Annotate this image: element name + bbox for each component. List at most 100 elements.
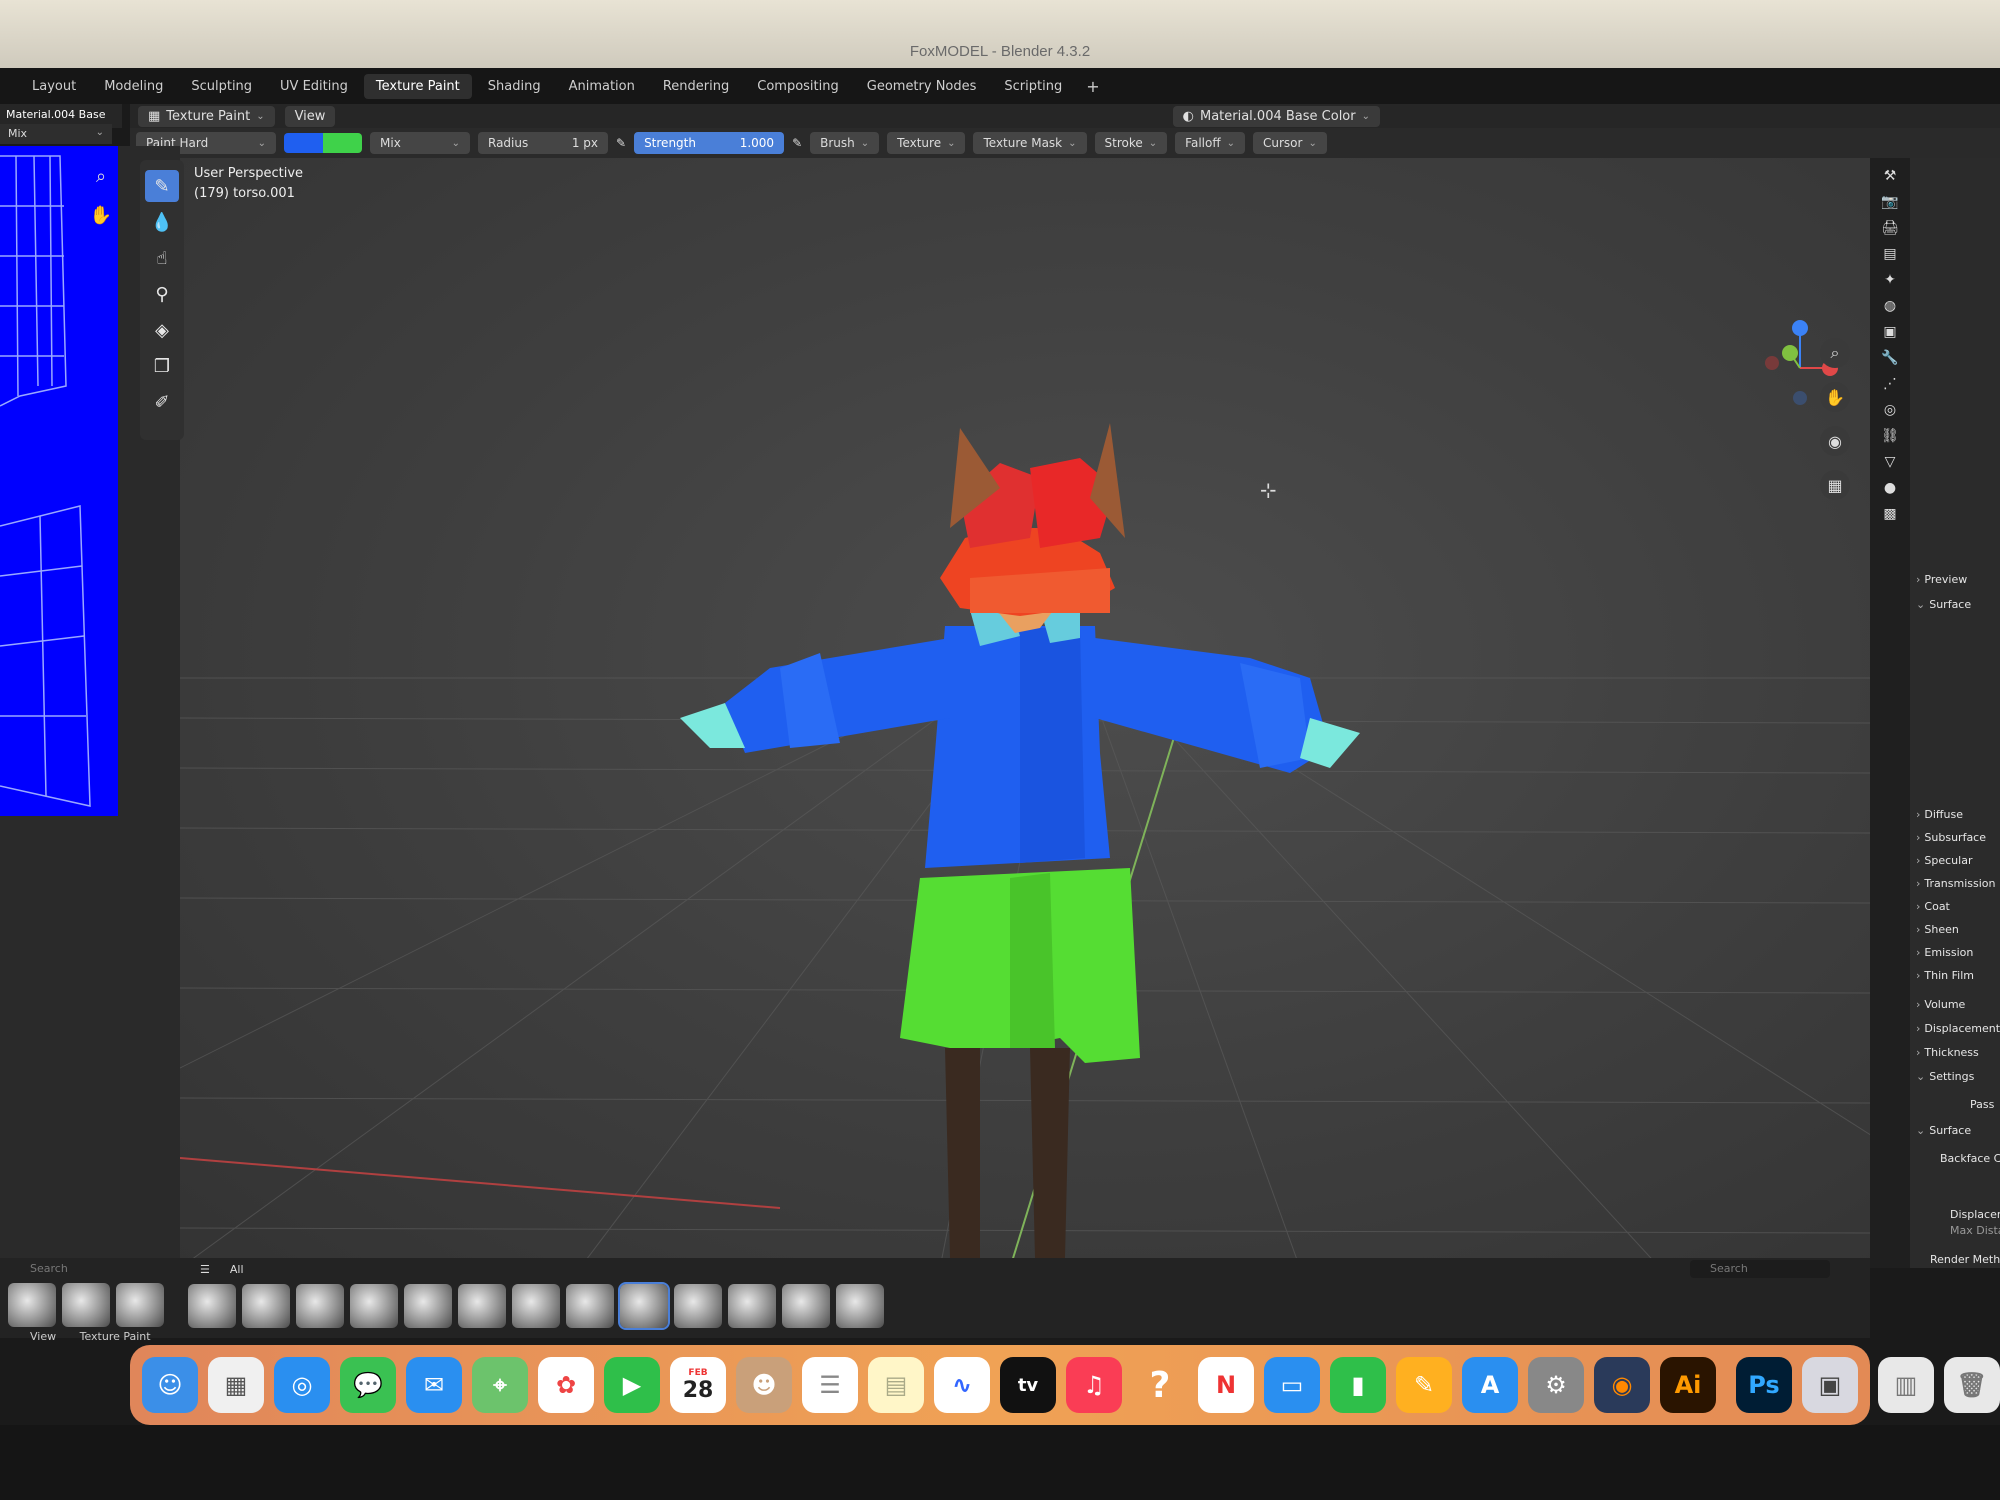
falloff-menu[interactable]: Falloff ⌄ xyxy=(1175,132,1245,154)
tab-animation[interactable]: Animation xyxy=(557,74,647,99)
tab-geometry-nodes[interactable]: Geometry Nodes xyxy=(855,74,989,99)
brush-menu[interactable]: Brush ⌄ xyxy=(810,132,880,154)
pages-icon[interactable]: ✎ xyxy=(1396,1357,1452,1413)
brush-thumbnail[interactable] xyxy=(728,1284,776,1328)
numbers-icon[interactable]: ▮ xyxy=(1330,1357,1386,1413)
tool-icon[interactable]: ⚒ xyxy=(1870,168,1910,184)
panel-volume[interactable]: › Volume xyxy=(1916,998,1965,1011)
tab-compositing[interactable]: Compositing xyxy=(745,74,851,99)
brush-thumbnail[interactable] xyxy=(512,1284,560,1328)
panel-sheen[interactable]: › Sheen xyxy=(1916,923,1959,936)
filter-all-tab[interactable]: All xyxy=(230,1263,244,1276)
mode-dropdown[interactable]: ▦ Texture Paint ⌄ xyxy=(138,105,275,127)
panel-preview[interactable]: › Preview xyxy=(1916,573,1967,586)
view-menu[interactable]: View xyxy=(284,105,336,127)
object-icon[interactable]: ▣ xyxy=(1870,324,1910,340)
panel-specular[interactable]: › Specular xyxy=(1916,854,1972,867)
grid-icon[interactable]: ▦ xyxy=(1820,470,1850,500)
add-workspace-button[interactable]: + xyxy=(1078,75,1107,98)
maps-icon[interactable]: ⌖ xyxy=(472,1357,528,1413)
panel-subsurface[interactable]: › Subsurface xyxy=(1916,831,1986,844)
render-icon[interactable]: 📷 xyxy=(1870,194,1910,210)
output-icon[interactable]: 🖨 xyxy=(1870,220,1910,236)
pen-pressure-icon[interactable]: ✎ xyxy=(616,136,626,150)
contacts-icon[interactable]: ☻ xyxy=(736,1357,792,1413)
texture-icon[interactable]: ▩ xyxy=(1870,506,1910,522)
reminders-icon[interactable]: ☰ xyxy=(802,1357,858,1413)
safari-icon[interactable]: ◎ xyxy=(274,1357,330,1413)
left-search-input[interactable]: Search xyxy=(0,1258,180,1279)
panel-thin-film[interactable]: › Thin Film xyxy=(1916,969,1974,982)
trash-icon[interactable]: 🗑 xyxy=(1944,1357,2000,1413)
tab-layout[interactable]: Layout xyxy=(20,74,88,99)
photos-icon[interactable]: ✿ xyxy=(538,1357,594,1413)
tab-scripting[interactable]: Scripting xyxy=(992,74,1074,99)
tab-modeling[interactable]: Modeling xyxy=(92,74,175,99)
physics-icon[interactable]: ◎ xyxy=(1870,402,1910,418)
finder-icon[interactable]: ☺ xyxy=(142,1357,198,1413)
messages-icon[interactable]: 💬 xyxy=(340,1357,396,1413)
stroke-menu[interactable]: Stroke ⌄ xyxy=(1094,132,1168,154)
facetime-icon[interactable]: ▶ xyxy=(604,1357,660,1413)
brush-thumbnail[interactable] xyxy=(404,1284,452,1328)
brush-thumbnail[interactable] xyxy=(674,1284,722,1328)
world-icon[interactable]: ◍ xyxy=(1870,298,1910,314)
panel-transmission[interactable]: › Transmission xyxy=(1916,877,1995,890)
brush-thumbnail[interactable] xyxy=(458,1284,506,1328)
brush-thumbnail[interactable] xyxy=(782,1284,830,1328)
panel-thickness[interactable]: › Thickness xyxy=(1916,1046,1979,1059)
camera-icon[interactable]: ◉ xyxy=(1820,426,1850,456)
modifier-icon[interactable]: 🔧 xyxy=(1870,350,1910,366)
tab-rendering[interactable]: Rendering xyxy=(651,74,741,99)
mail-icon[interactable]: ✉ xyxy=(406,1357,462,1413)
launchpad-icon[interactable]: ▦ xyxy=(208,1357,264,1413)
3d-viewport[interactable]: User Perspective (179) torso.001 ⊹ ⌕ ✋ ◉… xyxy=(180,158,1870,1268)
notes-icon[interactable]: ▤ xyxy=(868,1357,924,1413)
downloads-icon[interactable]: ▥ xyxy=(1878,1357,1934,1413)
blend-dropdown[interactable]: Mix ⌄ xyxy=(370,132,470,154)
news-icon[interactable]: N xyxy=(1198,1357,1254,1413)
strength-field[interactable]: Strength 1.000 xyxy=(634,132,785,154)
music-icon[interactable]: ♫ xyxy=(1066,1357,1122,1413)
panel-surface[interactable]: ⌄ Surface xyxy=(1916,598,1971,611)
keynote-icon[interactable]: ▭ xyxy=(1264,1357,1320,1413)
data-icon[interactable]: ▽ xyxy=(1870,454,1910,470)
photoshop-icon[interactable]: Ps xyxy=(1736,1357,1792,1413)
brush-thumbnail[interactable] xyxy=(188,1284,236,1328)
brush-thumbnail[interactable] xyxy=(8,1283,56,1327)
appstore-icon[interactable]: A xyxy=(1462,1357,1518,1413)
freeform-icon[interactable]: ∿ xyxy=(934,1357,990,1413)
zoom-icon[interactable]: ⌕ xyxy=(1820,338,1850,368)
asset-search-input[interactable]: Search xyxy=(1690,1260,1830,1278)
tab-sculpting[interactable]: Sculpting xyxy=(179,74,264,99)
appletv-icon[interactable]: tv xyxy=(1000,1357,1056,1413)
tab-shading[interactable]: Shading xyxy=(476,74,553,99)
uv-image-name[interactable]: Material.004 Base xyxy=(6,108,105,121)
radius-field[interactable]: Radius 1 px xyxy=(478,132,608,154)
particles-icon[interactable]: ⋰ xyxy=(1870,376,1910,392)
texture-menu[interactable]: Texture ⌄ xyxy=(887,132,966,154)
scene-icon[interactable]: ✦ xyxy=(1870,272,1910,288)
brush-thumbnail[interactable] xyxy=(62,1283,110,1327)
fill-brush-icon[interactable]: ◈ xyxy=(145,314,179,346)
panel-coat[interactable]: › Coat xyxy=(1916,900,1950,913)
uv-blend-dropdown[interactable]: Mix ⌄ xyxy=(0,124,112,144)
panel-diffuse[interactable]: › Diffuse xyxy=(1916,808,1963,821)
mask-brush-icon[interactable]: ❐ xyxy=(145,350,179,382)
brush-thumbnail[interactable] xyxy=(566,1284,614,1328)
panel-displacement[interactable]: › Displacement xyxy=(1916,1022,2000,1035)
constraints-icon[interactable]: ⛓ xyxy=(1870,428,1910,444)
tab-texture-paint[interactable]: Texture Paint xyxy=(363,73,472,99)
preview-icon[interactable]: ▣ xyxy=(1802,1357,1858,1413)
brush-thumbnail[interactable] xyxy=(296,1284,344,1328)
calendar-icon[interactable]: FEB 28 xyxy=(670,1357,726,1413)
blender-icon[interactable]: ◉ xyxy=(1594,1357,1650,1413)
panel-settings[interactable]: ⌄ Settings xyxy=(1916,1070,1974,1083)
pen-pressure-icon[interactable]: ✎ xyxy=(792,136,802,150)
draw-brush-icon[interactable]: ✎ xyxy=(145,170,179,202)
panel-settings-surface[interactable]: ⌄ Surface xyxy=(1916,1124,1971,1137)
help-icon[interactable]: ? xyxy=(1132,1357,1188,1413)
uv-canvas[interactable] xyxy=(0,146,118,816)
hand-icon[interactable]: ✋ xyxy=(86,205,116,226)
tab-uv-editing[interactable]: UV Editing xyxy=(268,74,360,99)
